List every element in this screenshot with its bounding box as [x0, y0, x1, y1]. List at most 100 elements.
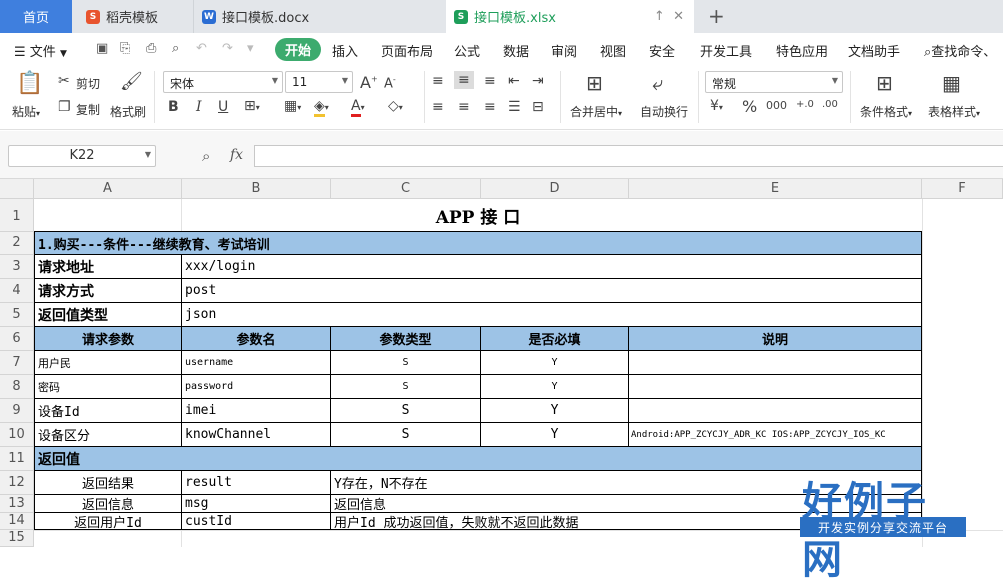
save-icon[interactable]: ▣: [96, 41, 108, 56]
table-row-required[interactable]: Y: [481, 399, 629, 423]
copy-icon[interactable]: ❐: [58, 99, 71, 115]
font-color-icon[interactable]: A▾: [351, 98, 365, 117]
menu-devtools[interactable]: 开发工具: [700, 41, 752, 60]
row-header-7[interactable]: 7: [0, 351, 34, 375]
search-command[interactable]: ⌕查找命令、: [924, 41, 996, 60]
thousands-icon[interactable]: 000: [766, 99, 787, 112]
title-cell[interactable]: APP 接 口: [34, 199, 922, 232]
indent-decrease-icon[interactable]: ⇤: [508, 73, 520, 89]
new-tab-icon[interactable]: +: [708, 4, 725, 28]
row-header-15[interactable]: 15: [0, 530, 34, 547]
fx-icon[interactable]: fx: [230, 147, 243, 163]
row-header-8[interactable]: 8: [0, 375, 34, 399]
row-header-13[interactable]: 13: [0, 495, 34, 513]
row-header-5[interactable]: 5: [0, 303, 34, 327]
row-header-6[interactable]: 6: [0, 327, 34, 351]
table-row-type[interactable]: S: [331, 351, 481, 375]
return-row-label[interactable]: 返回用户Id: [34, 513, 182, 530]
menu-review[interactable]: 审阅: [551, 41, 577, 60]
table-row-desc[interactable]: Android:APP_ZCYCJY_ADR_KC IOS:APP_ZCYCJY…: [629, 423, 922, 447]
table-style-icon[interactable]: ▦: [942, 71, 961, 95]
row-header-10[interactable]: 10: [0, 423, 34, 447]
decimal-increase-icon[interactable]: +.0: [796, 99, 814, 110]
number-format-select[interactable]: 常规 ▼: [705, 71, 843, 93]
table-row-desc[interactable]: [629, 399, 922, 423]
tab-home[interactable]: 首页: [0, 0, 72, 33]
column-header-a[interactable]: A: [34, 179, 182, 199]
decimal-decrease-icon[interactable]: .00: [822, 99, 838, 110]
close-icon[interactable]: ✕: [673, 9, 684, 24]
table-row-label[interactable]: 设备区分: [34, 423, 182, 447]
currency-icon[interactable]: ¥▾: [710, 98, 723, 114]
percent-icon[interactable]: %: [742, 97, 757, 116]
font-decrease-icon[interactable]: A-: [384, 75, 396, 91]
column-header-f[interactable]: F: [922, 179, 1003, 199]
param-header-required[interactable]: 是否必填: [481, 327, 629, 351]
font-size-select[interactable]: 11 ▼: [285, 71, 353, 93]
wrap-text-button[interactable]: 自动换行: [640, 103, 688, 120]
zoom-icon[interactable]: ⌕: [202, 147, 210, 165]
menu-data[interactable]: 数据: [503, 41, 529, 60]
table-row-type[interactable]: S: [331, 423, 481, 447]
redo-icon[interactable]: ↷: [222, 41, 233, 56]
table-row-name[interactable]: imei: [182, 399, 331, 423]
font-name-select[interactable]: 宋体 ▼: [163, 71, 283, 93]
row-header-9[interactable]: 9: [0, 399, 34, 423]
pin-up-icon[interactable]: ↑: [654, 9, 665, 24]
menu-insert[interactable]: 插入: [332, 41, 358, 60]
align-bottom-icon[interactable]: ≡: [484, 73, 496, 89]
export-icon[interactable]: ⎘: [120, 41, 130, 56]
menu-start[interactable]: 开始: [275, 38, 322, 61]
conditional-format-icon[interactable]: ⊞: [876, 71, 893, 95]
return-row-name[interactable]: msg: [182, 495, 331, 513]
request-address-label[interactable]: 请求地址: [34, 255, 182, 279]
menu-special[interactable]: 特色应用: [776, 41, 828, 60]
menu-dochelper[interactable]: 文档助手: [848, 41, 900, 60]
table-row-name[interactable]: username: [182, 351, 331, 375]
return-row-label[interactable]: 返回结果: [34, 471, 182, 495]
distribute-icon[interactable]: ⊟: [532, 99, 544, 115]
table-row-desc[interactable]: [629, 351, 922, 375]
more-icon[interactable]: ▾: [247, 41, 254, 56]
param-header-desc[interactable]: 说明: [629, 327, 922, 351]
print-icon[interactable]: ⎙: [146, 41, 156, 56]
cut-button[interactable]: 剪切: [76, 75, 100, 92]
select-all-corner[interactable]: [0, 179, 34, 199]
row-header-12[interactable]: 12: [0, 471, 34, 495]
table-row-type[interactable]: S: [331, 399, 481, 423]
menu-view[interactable]: 视图: [600, 41, 626, 60]
font-increase-icon[interactable]: A+: [360, 73, 378, 92]
row-header-2[interactable]: 2: [0, 232, 34, 255]
tab-docer[interactable]: S 稻壳模板: [78, 0, 190, 33]
table-row-type[interactable]: S: [331, 375, 481, 399]
return-row-name[interactable]: custId: [182, 513, 331, 530]
format-painter-button[interactable]: 格式刷: [110, 103, 146, 120]
return-section-cell[interactable]: 返回值: [34, 447, 922, 471]
border-icon[interactable]: ⊞▾: [244, 98, 260, 114]
align-right-icon[interactable]: ≡: [484, 99, 496, 115]
column-header-c[interactable]: C: [331, 179, 481, 199]
menu-layout[interactable]: 页面布局: [381, 41, 433, 60]
row-header-11[interactable]: 11: [0, 447, 34, 471]
scissors-icon[interactable]: ✂: [58, 73, 70, 89]
row-header-1[interactable]: 1: [0, 199, 34, 232]
bold-icon[interactable]: B: [168, 99, 179, 115]
merge-button[interactable]: 合并居中▾: [570, 103, 622, 120]
return-row-label[interactable]: 返回信息: [34, 495, 182, 513]
return-type-label[interactable]: 返回值类型: [34, 303, 182, 327]
return-type-value[interactable]: json: [182, 303, 922, 327]
eraser-icon[interactable]: ◇▾: [388, 98, 403, 114]
fill-table-icon[interactable]: ▦▾: [284, 98, 301, 114]
table-row-desc[interactable]: [629, 375, 922, 399]
wrap-text-icon[interactable]: ⤶: [652, 71, 663, 95]
paste-icon[interactable]: 📋: [16, 71, 43, 96]
row-header-3[interactable]: 3: [0, 255, 34, 279]
menu-formula[interactable]: 公式: [454, 41, 480, 60]
align-left-icon[interactable]: ≡: [432, 99, 444, 115]
table-row-label[interactable]: 用户民: [34, 351, 182, 375]
print-preview-icon[interactable]: ⌕: [172, 41, 179, 56]
column-header-d[interactable]: D: [481, 179, 629, 199]
copy-button[interactable]: 复制: [76, 101, 100, 118]
table-row-name[interactable]: knowChannel: [182, 423, 331, 447]
name-box[interactable]: K22 ▼: [8, 145, 156, 167]
